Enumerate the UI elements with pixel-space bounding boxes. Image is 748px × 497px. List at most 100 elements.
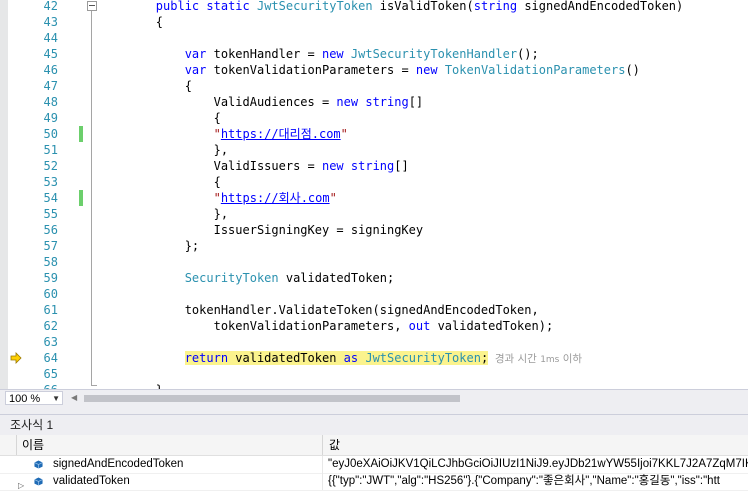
code-line[interactable]: 52 ValidIssuers = new string[]	[0, 158, 748, 174]
code-token: public	[155, 0, 200, 13]
code-text: {	[98, 14, 163, 30]
code-token: },	[98, 207, 229, 221]
zoom-dropdown[interactable]: 100 % ▼	[5, 391, 63, 405]
code-line[interactable]: 45 var tokenHandler = new JwtSecurityTok…	[0, 46, 748, 62]
code-text: "https://대리점.com"	[98, 126, 348, 142]
code-token: "	[213, 191, 221, 205]
code-line[interactable]: 61 tokenHandler.ValidateToken(signedAndE…	[0, 302, 748, 318]
code-line[interactable]: 57 };	[0, 238, 748, 254]
code-line[interactable]: 56 IssuerSigningKey = signingKey	[0, 222, 748, 238]
watch-name[interactable]: validatedToken	[53, 473, 130, 490]
code-token: string	[350, 159, 395, 173]
column-header-name[interactable]: 이름	[16, 435, 316, 455]
code-line[interactable]: 59 SecurityToken validatedToken;	[0, 270, 748, 286]
code-token: "	[329, 191, 337, 205]
code-line[interactable]: 64 return validatedToken as JwtSecurityT…	[0, 350, 748, 366]
code-token: "	[340, 127, 348, 141]
code-text: {	[98, 110, 221, 126]
line-number: 65	[43, 367, 58, 381]
code-token: },	[98, 143, 229, 157]
code-line[interactable]: 63	[0, 334, 748, 350]
watch-value[interactable]: {{"typ":"JWT","alg":"HS256"}.{"Company":…	[328, 473, 748, 490]
outline-guide-end	[91, 385, 97, 386]
watch-panel-title[interactable]: 조사식 1	[0, 415, 748, 435]
code-line[interactable]: 43 {	[0, 14, 748, 30]
code-text: IssuerSigningKey = signingKey	[98, 222, 424, 238]
code-token: IssuerSigningKey = signingKey	[98, 223, 424, 237]
code-token: isValidToken(	[372, 0, 474, 13]
code-token: ()	[625, 63, 640, 77]
line-number: 42	[43, 0, 58, 13]
code-token: JwtSecurityToken	[256, 0, 373, 13]
code-token: };	[98, 239, 200, 253]
code-line[interactable]: 48 ValidAudiences = new string[]	[0, 94, 748, 110]
code-line[interactable]: 50 "https://대리점.com"	[0, 126, 748, 142]
code-token: https://회사.com	[220, 191, 330, 205]
code-text: "https://회사.com"	[98, 190, 337, 206]
code-token: {	[98, 79, 192, 93]
line-number: 58	[43, 255, 58, 269]
watch-row[interactable]: ▷ validatedToken {{"typ":"JWT","alg":"HS25…	[0, 473, 748, 491]
current-statement-arrow-icon[interactable]	[10, 352, 22, 364]
code-token: ();	[517, 47, 539, 61]
scroll-left-icon[interactable]: ◀	[71, 393, 77, 402]
code-line[interactable]: 49 {	[0, 110, 748, 126]
elapsed-time-hint[interactable]: 경과 시간 1ms 이하	[488, 353, 582, 365]
code-token: {	[98, 111, 221, 125]
code-token: validatedToken);	[430, 319, 554, 333]
code-token: tokenHandler =	[206, 47, 322, 61]
code-token: new	[415, 63, 438, 77]
watch-row[interactable]: signedAndEncodedToken "eyJ0eXAiOiJKV1QiLC…	[0, 456, 748, 474]
code-line[interactable]: 42 public static JwtSecurityToken isVali…	[0, 0, 748, 14]
line-number: 45	[43, 47, 58, 61]
change-marker	[79, 126, 83, 142]
line-number: 52	[43, 159, 58, 173]
code-text: SecurityToken validatedToken;	[98, 270, 395, 286]
code-line[interactable]: 51 },	[0, 142, 748, 158]
panel-splitter[interactable]	[0, 407, 748, 414]
code-line[interactable]: 55 },	[0, 206, 748, 222]
line-number: 53	[43, 175, 58, 189]
code-token: out	[408, 319, 431, 333]
code-token: string	[473, 0, 518, 13]
line-number: 56	[43, 223, 58, 237]
code-line[interactable]: 62 tokenValidationParameters, out valida…	[0, 318, 748, 334]
watch-name[interactable]: signedAndEncodedToken	[53, 456, 183, 473]
elapsed-time-value: 1ms	[540, 355, 560, 365]
code-line[interactable]: 60	[0, 286, 748, 302]
code-text: },	[98, 206, 228, 222]
code-line[interactable]: 65	[0, 366, 748, 382]
code-line[interactable]: 53 {	[0, 174, 748, 190]
code-token: new	[321, 159, 344, 173]
code-token: JwtSecurityTokenHandler	[350, 47, 518, 61]
code-token: ValidIssuers =	[98, 159, 322, 173]
code-editor[interactable]: 42 public static JwtSecurityToken isVali…	[0, 0, 748, 389]
code-line[interactable]: 47 {	[0, 78, 748, 94]
column-header-value[interactable]: 값	[322, 435, 748, 455]
collapse-toggle[interactable]	[87, 1, 97, 11]
code-token: tokenValidationParameters,	[98, 319, 409, 333]
code-token: validatedToken	[228, 351, 344, 365]
code-line[interactable]: 44	[0, 30, 748, 46]
code-line[interactable]: 58	[0, 254, 748, 270]
code-text: tokenValidationParameters, out validated…	[98, 318, 554, 334]
code-token: validatedToken;	[278, 271, 395, 285]
code-token: return	[184, 351, 229, 365]
code-line[interactable]: 46 var tokenValidationParameters = new T…	[0, 62, 748, 78]
expand-arrow-icon[interactable]: ▷	[18, 477, 24, 494]
line-number: 61	[43, 303, 58, 317]
code-line[interactable]: 54 "https://회사.com"	[0, 190, 748, 206]
zoom-value: 100 %	[9, 393, 41, 405]
horizontal-scrollbar-thumb[interactable]	[84, 395, 460, 402]
code-text: }	[98, 382, 163, 389]
watch-value[interactable]: "eyJ0eXAiOiJKV1QiLCJhbGciOiJIUzI1NiJ9.ey…	[328, 456, 748, 473]
code-line[interactable]: 66 }	[0, 382, 748, 389]
